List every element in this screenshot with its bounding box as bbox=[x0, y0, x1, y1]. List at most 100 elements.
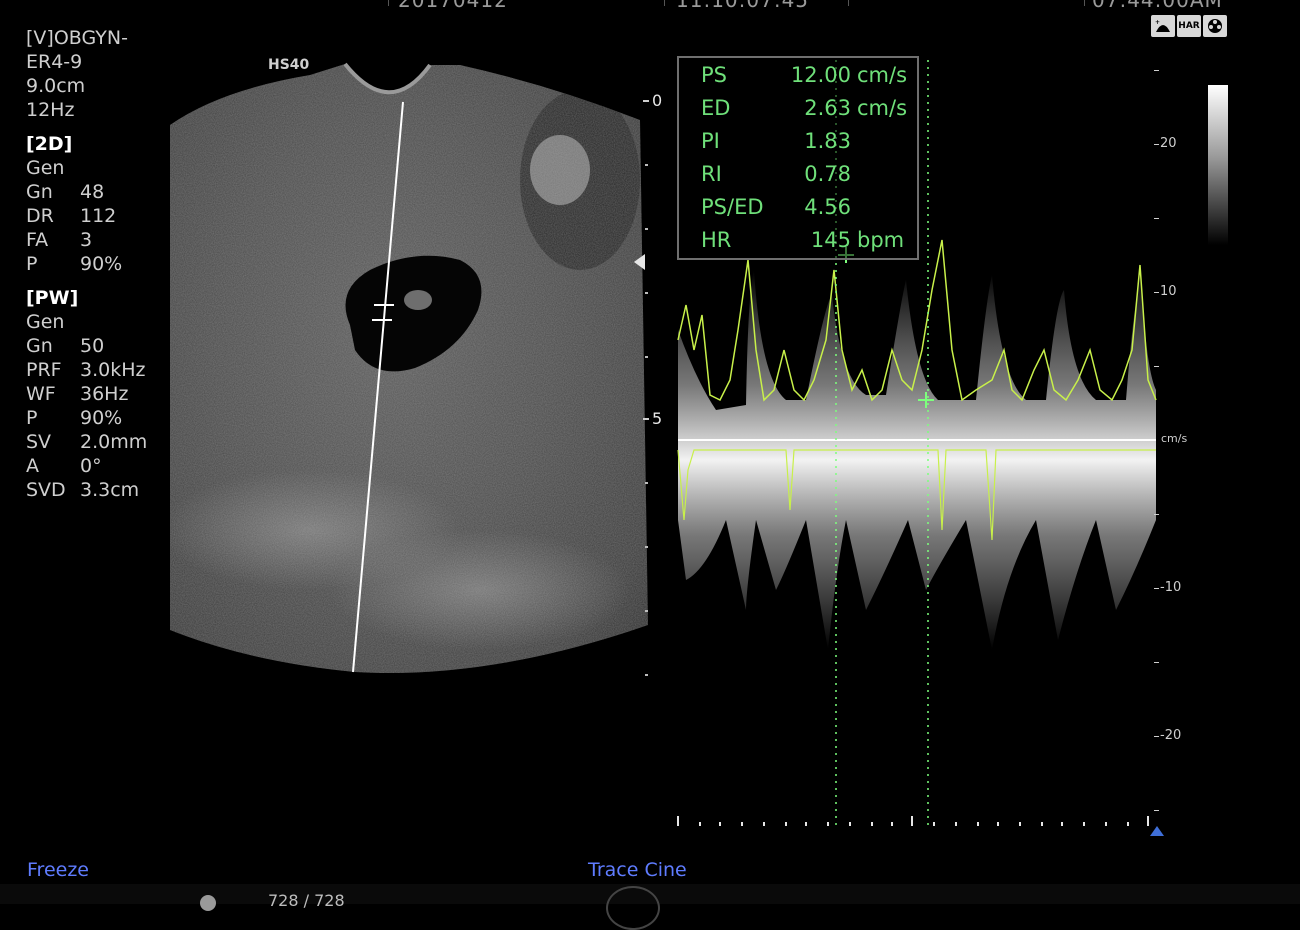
depth-minor-tick bbox=[645, 674, 648, 676]
parameter-panel: [V]OBGYN- ER4-9 9.0cm 12Hz [2D] Gen Gn 48… bbox=[26, 26, 147, 502]
tissue-sector bbox=[170, 64, 648, 674]
velocity-minor-tick bbox=[1154, 70, 1159, 71]
velocity-unit: cm/s bbox=[1161, 432, 1188, 445]
velocity-minor-tick bbox=[1154, 366, 1159, 367]
velocity-tick bbox=[1154, 144, 1159, 145]
measurement-key: ED bbox=[701, 96, 731, 120]
param-key: A bbox=[26, 455, 39, 477]
velocity-minor-tick bbox=[1154, 218, 1159, 219]
probe-name: ER4-9 bbox=[26, 51, 83, 73]
velocity-tick bbox=[1154, 292, 1159, 293]
top-separator bbox=[1084, 0, 1085, 6]
measurement-results-box: PS 12.00 cm/s ED 2.63 cm/s PI 1.83 RI 0.78 PS/… bbox=[677, 56, 919, 260]
measurement-row-ri: RI 0.78 bbox=[701, 162, 857, 186]
param-row: A 0° bbox=[26, 454, 147, 478]
depth-minor-tick bbox=[645, 228, 648, 230]
param-row: Gn 48 bbox=[26, 180, 147, 204]
param-key: P bbox=[26, 253, 38, 275]
cine-dial-icon[interactable] bbox=[606, 886, 660, 930]
trace-cine-button[interactable]: Trace Cine bbox=[588, 859, 687, 881]
param-row: Gn 50 bbox=[26, 334, 147, 358]
param-key: DR bbox=[26, 205, 54, 227]
param-value: 90% bbox=[80, 407, 123, 429]
param-row: P 90% bbox=[26, 406, 147, 430]
measurement-key: PS/ED bbox=[701, 195, 764, 219]
harmonic-label: HS40 bbox=[268, 57, 310, 73]
measurement-value: 0.78 bbox=[804, 162, 851, 186]
param-row: WF 36Hz bbox=[26, 382, 147, 406]
depth-tick bbox=[643, 418, 649, 420]
time-axis bbox=[677, 816, 1149, 826]
velocity-label-neg10: -10 bbox=[1160, 580, 1182, 595]
freeze-button[interactable]: Freeze bbox=[27, 859, 89, 881]
top-separator bbox=[664, 0, 665, 6]
cine-frame-counter: 728 / 728 bbox=[268, 891, 345, 910]
param-value: 48 bbox=[80, 181, 105, 203]
measurement-key: RI bbox=[701, 162, 722, 186]
param-key: SV bbox=[26, 431, 52, 453]
param-key: Gn bbox=[26, 335, 53, 357]
clock: 07:44:00AM bbox=[1092, 0, 1223, 12]
param-row: SVD 3.3cm bbox=[26, 478, 147, 502]
measurement-key: HR bbox=[701, 228, 732, 252]
param-row: PRF 3.0kHz bbox=[26, 358, 147, 382]
exam-date: 20170412 bbox=[398, 0, 508, 12]
param-row: DR 112 bbox=[26, 204, 147, 228]
measurement-row-ps-ed: PS/ED 4.56 bbox=[701, 195, 857, 219]
velocity-minor-tick bbox=[1154, 514, 1159, 515]
depth-minor-tick bbox=[645, 546, 648, 548]
preset-name: [V]OBGYN- bbox=[26, 27, 128, 49]
focus-marker-icon[interactable] bbox=[634, 254, 645, 270]
param-key: Gn bbox=[26, 181, 53, 203]
depth-label-0: 0 bbox=[652, 91, 663, 110]
frame-rate: 12Hz bbox=[26, 99, 75, 121]
param-key: FA bbox=[26, 229, 49, 251]
depth-minor-tick bbox=[645, 610, 648, 612]
param-row: P 90% bbox=[26, 252, 147, 276]
velocity-minor-tick bbox=[1154, 662, 1159, 663]
param-key: P bbox=[26, 407, 38, 429]
measurement-key: PI bbox=[701, 129, 720, 153]
measurement-value: 4.56 bbox=[804, 195, 851, 219]
depth-minor-tick bbox=[645, 356, 648, 358]
top-separator bbox=[388, 0, 389, 6]
measurement-value: 1.83 bbox=[804, 129, 851, 153]
measurement-unit: bpm bbox=[857, 228, 905, 252]
measurement-row-ed: ED 2.63 cm/s bbox=[701, 96, 907, 120]
mode-2d-type: Gen bbox=[26, 157, 65, 179]
param-key: PRF bbox=[26, 359, 62, 381]
velocity-tick bbox=[1154, 736, 1159, 737]
measurement-unit: cm/s bbox=[857, 96, 908, 120]
baseline-marker-icon[interactable] bbox=[1150, 826, 1164, 836]
svg-text:+: + bbox=[1155, 19, 1160, 26]
measurement-key: PS bbox=[701, 63, 727, 87]
param-value: 3 bbox=[80, 229, 93, 251]
param-value: 3.0kHz bbox=[80, 359, 146, 381]
depth-minor-tick bbox=[645, 292, 648, 294]
exam-time-code: 11:10:07:45 bbox=[676, 0, 810, 12]
spectral-band bbox=[678, 270, 1156, 650]
param-value: 3.3cm bbox=[80, 479, 140, 501]
har-icon[interactable]: HAR bbox=[1177, 15, 1201, 37]
param-value: 112 bbox=[80, 205, 117, 227]
cine-reel-icon[interactable] bbox=[1203, 15, 1227, 37]
param-value: 0° bbox=[80, 455, 102, 477]
param-row: FA 3 bbox=[26, 228, 147, 252]
velocity-label-10: 10 bbox=[1160, 284, 1177, 299]
bmode-image[interactable] bbox=[160, 50, 660, 690]
param-key: SVD bbox=[26, 479, 66, 501]
embryo bbox=[404, 290, 432, 310]
depth-minor-tick bbox=[645, 164, 648, 166]
cine-slider-knob[interactable] bbox=[200, 895, 216, 911]
mode-pw-type: Gen bbox=[26, 311, 65, 333]
top-separator bbox=[848, 0, 849, 6]
velocity-minor-tick bbox=[1154, 810, 1159, 811]
depth-minor-tick bbox=[645, 482, 648, 484]
param-value: 2.0mm bbox=[80, 431, 148, 453]
probe-settings-icon[interactable]: + bbox=[1151, 15, 1175, 37]
param-key: WF bbox=[26, 383, 56, 405]
top-status-bar: 20170412 11:10:07:45 07:44:00AM bbox=[0, 0, 1300, 12]
param-value: 90% bbox=[80, 253, 123, 275]
